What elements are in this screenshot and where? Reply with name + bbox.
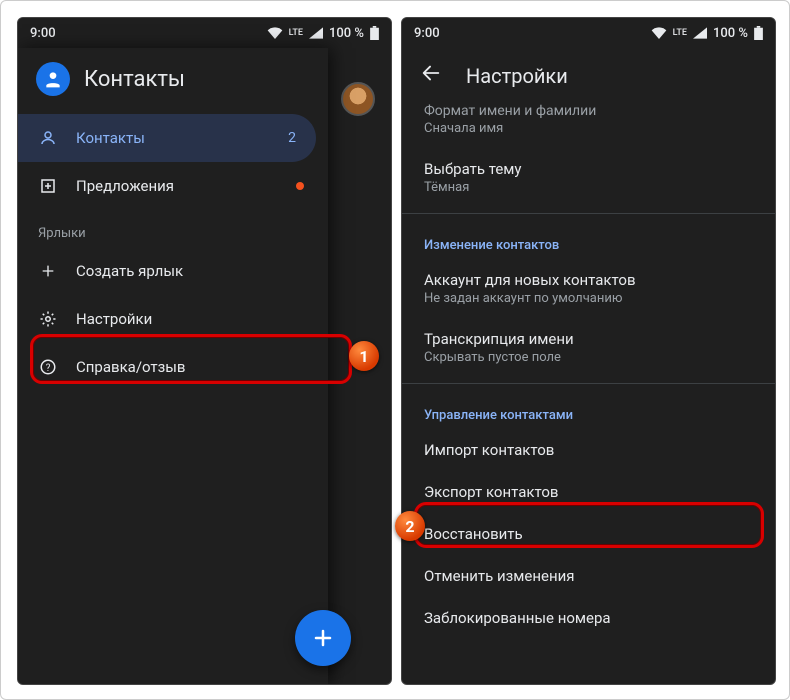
person-icon (38, 129, 58, 147)
settings-item-phonetic[interactable]: Транскрипция имени Скрывать пустое поле (402, 318, 775, 377)
settings-item-title: Заблокированные номера (424, 609, 753, 627)
svg-text:?: ? (46, 363, 51, 374)
wifi-icon (267, 27, 283, 39)
settings-item-title: Отменить изменения (424, 567, 753, 585)
settings-item-theme[interactable]: Выбрать тему Тёмная (402, 148, 775, 207)
settings-item-undo[interactable]: Отменить изменения (402, 555, 775, 597)
battery-icon (370, 26, 379, 40)
settings-list: Формат имени и фамилии Сначала имя Выбра… (402, 103, 775, 639)
drawer-item-settings[interactable]: Настройки (18, 295, 328, 343)
settings-item-subtitle: Не задан аккаунт по умолчанию (424, 291, 753, 306)
settings-section-edit: Изменение контактов (402, 220, 775, 259)
drawer-item-label: Настройки (76, 310, 152, 328)
navigation-drawer: Контакты Контакты 2 Предложения Ярлыки С… (18, 48, 328, 684)
settings-header: Настройки (402, 48, 775, 103)
settings-item-title: Экспорт контактов (424, 483, 753, 501)
settings-item-subtitle: Сначала имя (424, 121, 753, 136)
drawer-item-contacts[interactable]: Контакты 2 (18, 114, 316, 162)
back-arrow-icon[interactable] (420, 62, 442, 89)
status-time: 9:00 (30, 26, 56, 41)
profile-avatar[interactable] (341, 82, 375, 116)
notification-dot-icon (296, 182, 304, 190)
settings-item-title: Импорт контактов (424, 441, 753, 459)
drawer-item-help[interactable]: ? Справка/отзыв (18, 343, 328, 391)
step-badge-2: 2 (395, 511, 425, 541)
drawer-item-label: Создать ярлык (76, 262, 183, 280)
drawer-section-labels: Ярлыки (18, 210, 328, 247)
signal-icon (693, 27, 707, 39)
drawer-item-label: Справка/отзыв (76, 358, 185, 376)
drawer-item-label: Контакты (76, 129, 145, 147)
gear-icon (38, 310, 58, 328)
phone-screen-right: 9:00 LTE 100 % Настройки Формат имени и … (401, 17, 776, 685)
settings-item-name-format[interactable]: Формат имени и фамилии Сначала имя (402, 103, 775, 148)
settings-item-title: Выбрать тему (424, 160, 753, 178)
status-time: 9:00 (414, 26, 440, 41)
battery-label: 100 % (329, 26, 364, 41)
phone-screen-left: 9:00 LTE 100 % Контакты (17, 17, 392, 685)
app-header: Контакты (18, 48, 328, 114)
plus-icon (38, 263, 58, 279)
status-bar: 9:00 LTE 100 % (402, 18, 775, 48)
contacts-count: 2 (288, 130, 296, 146)
settings-item-title: Восстановить (424, 525, 753, 543)
status-bar: 9:00 LTE 100 % (18, 18, 391, 48)
divider (402, 213, 775, 214)
settings-item-title: Формат имени и фамилии (424, 103, 753, 119)
settings-item-title: Транскрипция имени (424, 330, 753, 348)
lte-label: LTE (289, 29, 303, 38)
settings-item-subtitle: Скрывать пустое поле (424, 350, 753, 365)
settings-item-subtitle: Тёмная (424, 180, 753, 195)
signal-icon (309, 27, 323, 39)
help-icon: ? (38, 358, 58, 376)
settings-item-restore[interactable]: Восстановить (402, 513, 775, 555)
lte-label: LTE (673, 29, 687, 38)
settings-section-manage: Управление контактами (402, 390, 775, 429)
drawer-item-label: Предложения (76, 177, 174, 195)
settings-item-default-account[interactable]: Аккаунт для новых контактов Не задан акк… (402, 259, 775, 318)
contacts-app-icon (36, 62, 70, 96)
settings-title: Настройки (466, 64, 568, 88)
battery-icon (754, 26, 763, 40)
battery-label: 100 % (713, 26, 748, 41)
sparkle-icon (38, 177, 58, 195)
settings-item-blocked[interactable]: Заблокированные номера (402, 597, 775, 639)
step-badge-1: 1 (349, 341, 379, 371)
settings-item-import[interactable]: Импорт контактов (402, 429, 775, 471)
app-title: Контакты (84, 67, 185, 92)
fab-add-contact[interactable] (295, 610, 351, 666)
drawer-item-create-label[interactable]: Создать ярлык (18, 247, 328, 295)
settings-item-export[interactable]: Экспорт контактов (402, 471, 775, 513)
wifi-icon (651, 27, 667, 39)
plus-icon (311, 626, 335, 650)
settings-item-title: Аккаунт для новых контактов (424, 271, 753, 289)
divider (402, 383, 775, 384)
drawer-item-suggestions[interactable]: Предложения (18, 162, 328, 210)
